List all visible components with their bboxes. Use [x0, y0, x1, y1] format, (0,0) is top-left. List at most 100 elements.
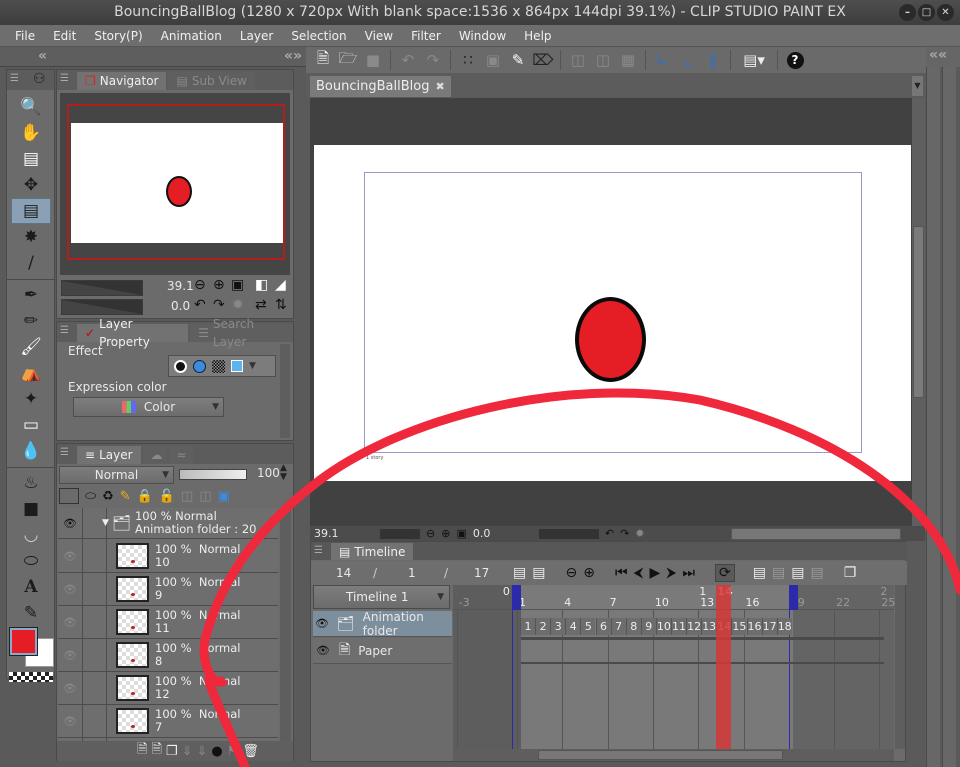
cel[interactable]: 7 [610, 618, 626, 635]
tab-layer[interactable]: ≡ Layer [77, 446, 141, 464]
balloon-icon[interactable]: ✎ [11, 600, 51, 626]
cel[interactable]: 10 [655, 618, 671, 635]
rotate-right-icon[interactable]: ↷ [213, 297, 225, 313]
ellipse-icon[interactable]: ⬭ [11, 548, 51, 574]
cel[interactable]: 6 [595, 618, 611, 635]
cel[interactable]: 5 [580, 618, 596, 635]
eye-icon[interactable]: 👁 [58, 649, 82, 662]
pen-pressure-icon[interactable]: ⚇ [33, 71, 46, 87]
mask-icon[interactable]: ◫ [181, 489, 193, 504]
eye-icon[interactable]: 👁 [313, 617, 331, 630]
layer-row[interactable]: 👁 100 % Normal 12 [58, 672, 278, 705]
fit-view-icon[interactable]: ▣ [231, 277, 244, 293]
pen-icon[interactable]: ✒ [11, 282, 51, 308]
reference-icon[interactable]: ♻ [102, 489, 114, 504]
draft-icon[interactable]: ✎ [120, 489, 131, 504]
eye-icon[interactable]: 👁 [313, 644, 333, 657]
loop-icon[interactable]: ⟳ [715, 564, 735, 582]
tab-menu-icon[interactable]: ▼ [912, 76, 923, 96]
new-raster-layer-icon[interactable]: 🗎 [137, 740, 147, 762]
ruler-icon[interactable]: ◫ [199, 489, 211, 504]
eraser-icon[interactable]: ▭ [11, 412, 51, 438]
collapse-tools-icon[interactable]: « [38, 48, 47, 64]
document-tab[interactable]: BouncingBallBlog ✖ [310, 76, 451, 97]
layer-row[interactable]: 👁 100 % Normal 9 [58, 573, 278, 606]
zoom-icon[interactable]: 🔍 [11, 94, 51, 120]
zoom-in-icon[interactable]: ⊕ [441, 527, 450, 540]
unlink-cel-icon[interactable]: ▤ [810, 565, 823, 581]
cel[interactable]: 11 [671, 618, 686, 635]
timeline-horizontal-scrollbar[interactable] [453, 749, 894, 761]
cel[interactable]: 17 [761, 618, 777, 635]
fill-selection-icon[interactable]: ◫ [592, 50, 614, 70]
fit-icon[interactable]: ▣ [456, 527, 466, 540]
help-icon[interactable]: ? [784, 50, 806, 70]
first-frame-icon[interactable]: ⏮ [615, 565, 628, 581]
start-marker[interactable] [511, 585, 521, 610]
scroll-thumb[interactable] [538, 750, 783, 760]
save-icon[interactable]: ■ [362, 50, 384, 70]
zoom-out-icon[interactable]: ⊖ [194, 277, 206, 293]
clip-icon[interactable]: ⬭ [85, 489, 96, 504]
new-folder-icon[interactable]: ❐ [166, 744, 178, 759]
flip-horizontal-icon[interactable]: ◧ [255, 277, 268, 293]
timeline-select[interactable]: Timeline 1 ▼ [313, 585, 450, 609]
cel[interactable]: 3 [550, 618, 566, 635]
new-cel-icon[interactable]: ▤ [753, 565, 766, 581]
lock-icon[interactable]: 🔒 [137, 489, 153, 504]
last-frame-icon[interactable]: ⏭ [682, 565, 695, 581]
layer-row[interactable]: 👁 100 % Normal 10 [58, 540, 278, 573]
timeline-vertical-scrollbar[interactable] [895, 585, 905, 749]
opacity-stepper[interactable]: ▲ ▼ [280, 464, 287, 482]
eye-icon[interactable]: 👁 [58, 682, 82, 695]
border-effect-icon[interactable] [174, 359, 187, 373]
scroll-thumb[interactable] [913, 226, 924, 398]
tab-layer-property[interactable]: ✓ Layer Property [77, 317, 189, 349]
rotate-slider[interactable] [61, 299, 143, 315]
special-ruler-snap-icon[interactable]: ⌞ [677, 50, 699, 70]
eye-icon[interactable]: 👁 [58, 616, 82, 629]
timeline-grid[interactable]: 123456789101112131415161718 [453, 610, 894, 749]
tab-timeline[interactable]: ▤ Timeline [331, 543, 414, 560]
delete-cel-icon[interactable]: ▤ [772, 565, 785, 581]
cel[interactable]: 8 [625, 618, 641, 635]
lock-transparent-icon[interactable]: 🔓 [159, 489, 175, 504]
undo-icon[interactable]: ↶ [397, 50, 419, 70]
cel[interactable]: 18 [776, 618, 792, 635]
layer-color-icon[interactable] [231, 360, 243, 372]
eye-icon[interactable]: 👁 [58, 583, 82, 596]
layer-row[interactable]: 👁 100 % Normal 8 [58, 639, 278, 672]
transparent-color-swatch[interactable] [9, 672, 53, 682]
collapse-panels-icon[interactable]: «» [284, 48, 302, 64]
expression-color-select[interactable]: Color ▼ [73, 397, 224, 417]
menu-selection[interactable]: Selection [282, 29, 355, 43]
reset-rotate-icon[interactable]: ✹ [635, 527, 644, 540]
layer-row[interactable]: 👁 100 % Normal 7 [58, 705, 278, 738]
cel[interactable]: 4 [565, 618, 581, 635]
pencil-icon[interactable]: ✏ [11, 308, 51, 334]
brush-icon[interactable]: 🖌 [11, 334, 51, 360]
menu-window[interactable]: Window [450, 29, 515, 43]
tab-search-layer[interactable]: ☰ Search Layer [190, 317, 293, 349]
selection-area-icon[interactable]: ▤ [11, 198, 51, 224]
menu-layer[interactable]: Layer [231, 29, 282, 43]
onion-skin-icon[interactable]: ❐ [844, 565, 857, 581]
hand-icon[interactable]: ✋ [11, 120, 51, 146]
track-animation-folder[interactable]: 👁 🗂 Animation folder [313, 610, 452, 638]
apply-mask-icon[interactable]: ⚑ [227, 744, 239, 759]
collapse-right-icon[interactable]: «« [929, 47, 947, 63]
delete-layer-icon[interactable]: 🗑 [242, 744, 259, 759]
play-icon[interactable]: ▶ [650, 565, 661, 581]
expand-icon[interactable]: ▼ [102, 518, 109, 528]
zoom-out-timeline-icon[interactable]: ⊖ [565, 565, 577, 581]
tab-animation-cels[interactable]: ☁ [142, 446, 167, 464]
new-animation-folder-icon[interactable]: ▤ [532, 565, 545, 581]
fill-icon[interactable]: ✎ [507, 50, 529, 70]
text-icon[interactable]: A [11, 574, 51, 600]
blend-icon[interactable]: 💧 [11, 438, 51, 464]
decoration-icon[interactable]: ✦ [11, 386, 51, 412]
canvas-paper[interactable]: 1 story [314, 145, 911, 481]
zoom-slider[interactable] [61, 280, 143, 296]
specify-cel-icon[interactable]: ▤ [791, 565, 804, 581]
end-marker[interactable] [788, 585, 798, 610]
